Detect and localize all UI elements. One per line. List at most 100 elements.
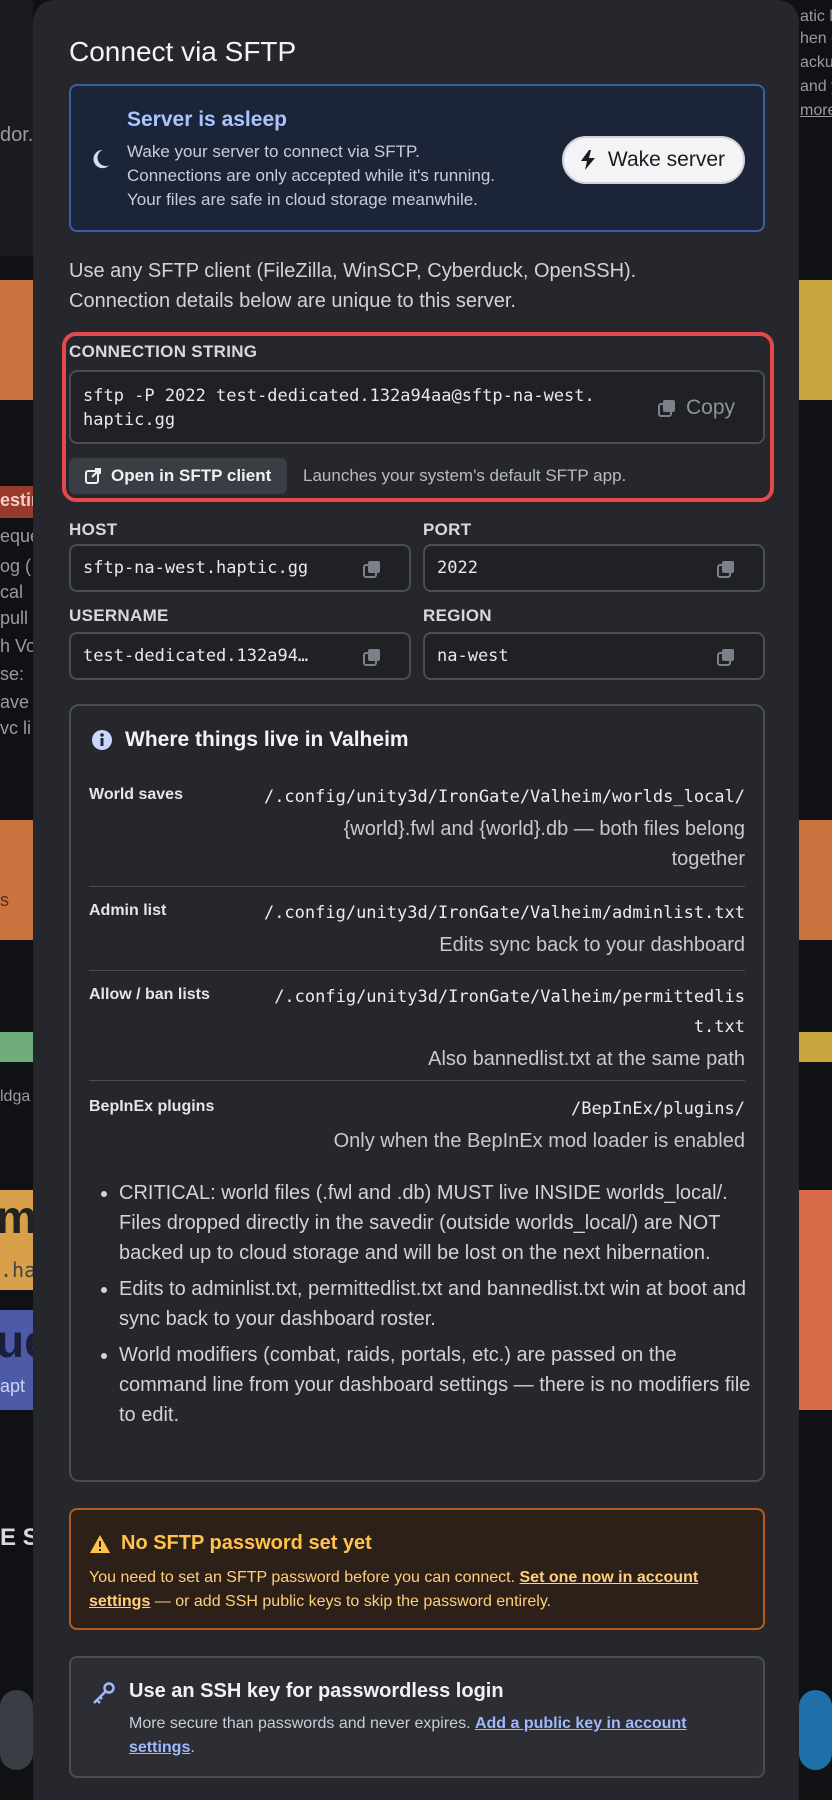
bg-text: pull xyxy=(0,608,29,628)
location-path-line: /.config/unity3d/IronGate/Valheim/permit… xyxy=(274,987,745,1007)
warning-heading: No SFTP password set yet xyxy=(89,1532,372,1555)
open-client-note: Launches your system's default SFTP app. xyxy=(303,466,627,485)
bg-text: se: xyxy=(0,664,25,684)
wake-server-label: Wake server xyxy=(607,148,725,171)
copy-icon[interactable] xyxy=(717,648,735,666)
connection-string-label: CONNECTION STRING xyxy=(69,342,258,361)
bg-text: m xyxy=(0,1191,37,1243)
warning-text-part: — or add SSH public keys to skip the pas… xyxy=(150,1593,552,1610)
list-item: Edits to adminlist.txt, permittedlist.tx… xyxy=(119,1274,769,1334)
location-row: World saves /.config/unity3d/IronGate/Va… xyxy=(89,782,745,882)
bg-text: ldga xyxy=(0,1088,31,1105)
username-field[interactable]: test-dedicated.132a94… xyxy=(69,632,411,680)
location-note: {world}.fwl and {world}.db — both files … xyxy=(344,814,745,874)
connection-string-field[interactable]: sftp -P 2022 test-dedicated.132a94aa@sft… xyxy=(69,370,765,444)
copy-icon[interactable] xyxy=(363,648,381,666)
list-item: CRITICAL: world files (.fwl and .db) MUS… xyxy=(119,1178,769,1268)
asleep-heading: Server is asleep xyxy=(127,108,287,131)
bg-panel xyxy=(799,820,832,940)
bg-text: h Vo xyxy=(0,636,37,656)
host-value: sftp-na-west.haptic.gg xyxy=(83,558,309,578)
info-icon xyxy=(92,730,112,750)
location-row: Allow / ban lists /.config/unity3d/IronG… xyxy=(89,982,745,1082)
intro-line: Use any SFTP client (FileZilla, WinSCP, … xyxy=(69,260,637,282)
location-note: Also bannedlist.txt at the same path xyxy=(428,1048,745,1070)
bg-text: apt xyxy=(0,1376,26,1396)
no-password-warning: No SFTP password set yet You need to set… xyxy=(69,1508,765,1630)
list-item: World modifiers (combat, raids, portals,… xyxy=(119,1340,769,1430)
copy-icon[interactable] xyxy=(363,560,381,578)
wake-server-button[interactable]: Wake server xyxy=(561,136,745,184)
username-value: test-dedicated.132a94… xyxy=(83,646,309,666)
username-label: USERNAME xyxy=(69,606,169,625)
copy-connection-button[interactable]: Copy xyxy=(657,396,735,420)
bg-text: s xyxy=(0,890,9,910)
ssh-text-part: More secure than passwords and never exp… xyxy=(129,1715,475,1732)
intro-text: Use any SFTP client (FileZilla, WinSCP, … xyxy=(69,256,769,316)
location-path[interactable]: /.config/unity3d/IronGate/Valheim/permit… xyxy=(274,982,745,1042)
bg-panel xyxy=(799,1690,832,1770)
bg-text: atic l xyxy=(800,8,832,25)
divider xyxy=(89,1080,745,1081)
location-key: Admin list xyxy=(89,902,167,919)
file-locations-heading: Where things live in Valheim xyxy=(91,728,409,752)
divider xyxy=(89,886,745,887)
port-field[interactable]: 2022 xyxy=(423,544,765,592)
connection-string-value: sftp -P 2022 test-dedicated.132a94aa@sft… xyxy=(83,386,595,430)
bg-text: acku xyxy=(800,54,832,71)
location-path[interactable]: /BepInEx/plugins/ xyxy=(571,1094,745,1124)
location-key: BepInEx plugins xyxy=(89,1098,215,1115)
location-path[interactable]: /.config/unity3d/IronGate/Valheim/worlds… xyxy=(264,782,745,812)
bolt-icon xyxy=(580,150,595,170)
sftp-modal: Connect via SFTP Server is asleep Wake y… xyxy=(33,0,799,1800)
bg-panel xyxy=(0,1690,33,1770)
bg-panel xyxy=(799,1190,832,1410)
bg-panel xyxy=(799,1032,832,1062)
location-path-line: t.txt xyxy=(693,1017,745,1037)
warning-text-part: You need to set an SFTP password before … xyxy=(89,1569,520,1586)
warning-icon xyxy=(90,1534,110,1553)
copy-icon xyxy=(657,400,675,417)
bg-text: more xyxy=(800,102,832,119)
bg-text: cal xyxy=(0,582,24,602)
region-field[interactable]: na-west xyxy=(423,632,765,680)
location-path[interactable]: /.config/unity3d/IronGate/Valheim/adminl… xyxy=(264,898,745,928)
location-row: BepInEx plugins /BepInEx/plugins/ Only w… xyxy=(89,1094,745,1164)
location-note: Only when the BepInEx mod loader is enab… xyxy=(333,1130,745,1152)
bg-panel xyxy=(799,280,832,400)
region-value: na-west xyxy=(437,646,509,666)
modal-title: Connect via SFTP xyxy=(69,36,297,67)
region-label: REGION xyxy=(423,606,492,625)
server-asleep-notice: Server is asleep Wake your server to con… xyxy=(69,84,765,232)
ssh-text-part: . xyxy=(190,1739,195,1756)
open-in-sftp-client-button[interactable]: Open in SFTP client xyxy=(69,458,288,494)
location-note-line: {world}.fwl and {world}.db — both files … xyxy=(343,818,745,840)
ssh-key-heading: Use an SSH key for passwordless login xyxy=(129,1680,504,1702)
notes-list: CRITICAL: world files (.fwl and .db) MUS… xyxy=(93,1178,769,1436)
bg-text: and y xyxy=(800,78,832,95)
bg-panel xyxy=(0,280,33,400)
intro-line: Connection details below are unique to t… xyxy=(69,290,516,312)
asleep-line: Your files are safe in cloud storage mea… xyxy=(127,190,478,209)
divider xyxy=(89,970,745,971)
location-key: Allow / ban lists xyxy=(89,986,210,1003)
file-locations-panel: Where things live in Valheim World saves… xyxy=(69,704,765,1482)
host-field[interactable]: sftp-na-west.haptic.gg xyxy=(69,544,411,592)
location-note: Edits sync back to your dashboard xyxy=(439,934,745,956)
location-key: World saves xyxy=(89,786,183,803)
copy-icon[interactable] xyxy=(717,560,735,578)
bg-text: og ( xyxy=(0,556,32,576)
port-value: 2022 xyxy=(437,558,478,578)
bg-text: .ha xyxy=(0,1258,37,1282)
ssh-key-tip: Use an SSH key for passwordless login Mo… xyxy=(69,1656,765,1778)
external-link-icon xyxy=(85,468,101,484)
port-label: PORT xyxy=(423,520,472,539)
key-icon xyxy=(93,1682,115,1704)
bg-text: hen de xyxy=(800,30,832,47)
bg-panel xyxy=(0,1032,33,1062)
asleep-line: Connections are only accepted while it's… xyxy=(127,166,496,185)
open-in-sftp-client-label: Open in SFTP client xyxy=(111,466,272,485)
warning-text: You need to set an SFTP password before … xyxy=(89,1566,729,1614)
bg-text: vc li xyxy=(0,718,31,738)
copy-label: Copy xyxy=(685,396,735,419)
